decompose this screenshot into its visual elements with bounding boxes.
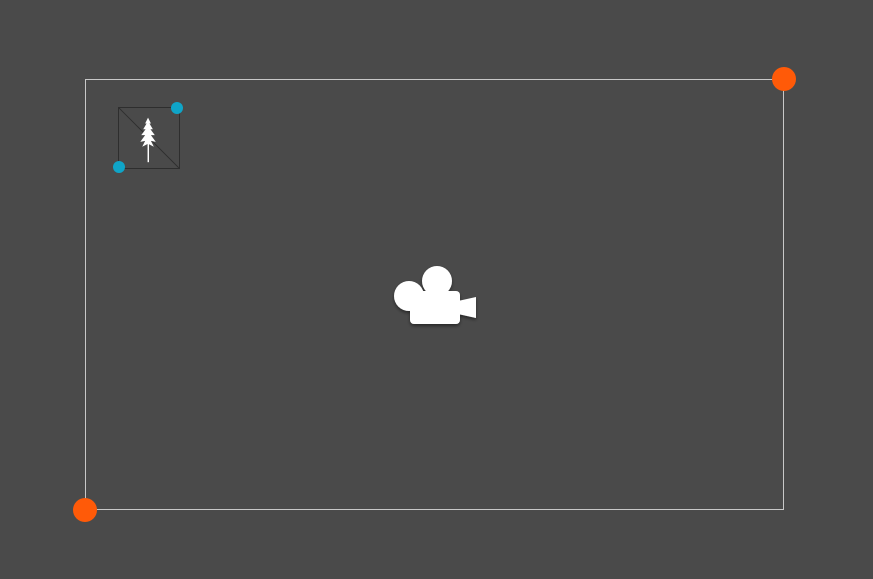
tree-sprite-icon: [119, 108, 179, 168]
camera-icon[interactable]: [392, 263, 480, 329]
sprite-top-right-resize-handle[interactable]: [171, 102, 183, 114]
frame-bottom-left-resize-handle[interactable]: [73, 498, 97, 522]
sprite-bottom-left-resize-handle[interactable]: [113, 161, 125, 173]
frame-top-right-resize-handle[interactable]: [772, 67, 796, 91]
scene-view[interactable]: [0, 0, 873, 579]
sprite-object[interactable]: [118, 107, 180, 169]
